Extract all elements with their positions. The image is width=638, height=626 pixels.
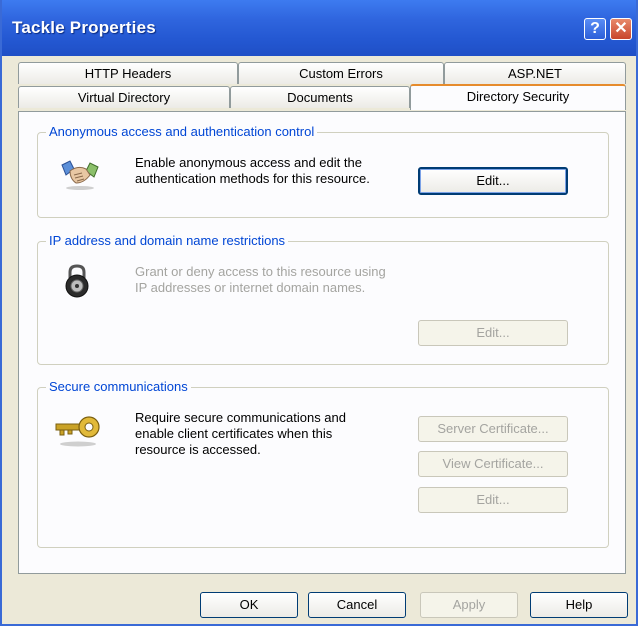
tab-documents[interactable]: Documents [230,86,410,108]
tab-virtual-directory[interactable]: Virtual Directory [18,86,230,108]
anonymous-access-desc-line2: authentication methods for this resource… [135,171,370,186]
ip-restrictions-legend: IP address and domain name restrictions [46,233,289,249]
anonymous-access-group: Anonymous access and authentication cont… [37,124,609,218]
ip-restrictions-desc-line1: Grant or deny access to this resource us… [135,264,386,279]
ip-restrictions-desc-line2: IP addresses or internet domain names. [135,280,366,295]
secure-desc-line1: Require secure communications and [135,410,346,425]
view-certificate-button[interactable]: View Certificate... [418,451,568,477]
secure-communications-legend: Secure communications [46,379,191,395]
handshake-icon [60,157,100,194]
secure-desc-line3: resource is accessed. [135,442,261,457]
anonymous-access-desc-line1: Enable anonymous access and edit the [135,155,362,170]
anonymous-access-legend: Anonymous access and authentication cont… [46,124,318,140]
tab-directory-security[interactable]: Directory Security [410,84,626,110]
cancel-button[interactable]: Cancel [308,592,406,618]
close-icon[interactable]: ✕ [610,18,632,40]
secure-desc-line2: enable client certificates when this [135,426,333,441]
anonymous-edit-button[interactable]: Edit... [418,167,568,195]
tab-asp-net[interactable]: ASP.NET [444,62,626,84]
server-certificate-button[interactable]: Server Certificate... [418,416,568,442]
ok-button[interactable]: OK [200,592,298,618]
directory-security-panel: Anonymous access and authentication cont… [18,111,626,574]
secure-edit-button[interactable]: Edit... [418,487,568,513]
tab-http-headers[interactable]: HTTP Headers [18,62,238,84]
ip-restrictions-group: IP address and domain name restrictions … [37,233,609,365]
properties-dialog: Tackle Properties ? ✕ HTTP Headers Custo… [0,0,638,626]
tab-custom-errors[interactable]: Custom Errors [238,62,444,84]
padlock-icon [64,264,90,301]
title-bar[interactable]: Tackle Properties ? ✕ [2,0,636,56]
window-title: Tackle Properties [12,18,156,37]
help-icon[interactable]: ? [584,18,606,40]
apply-button[interactable]: Apply [420,592,518,618]
key-icon [54,412,102,451]
help-button[interactable]: Help [530,592,628,618]
secure-communications-group: Secure communications Require secure com… [37,379,609,548]
ip-edit-button[interactable]: Edit... [418,320,568,346]
